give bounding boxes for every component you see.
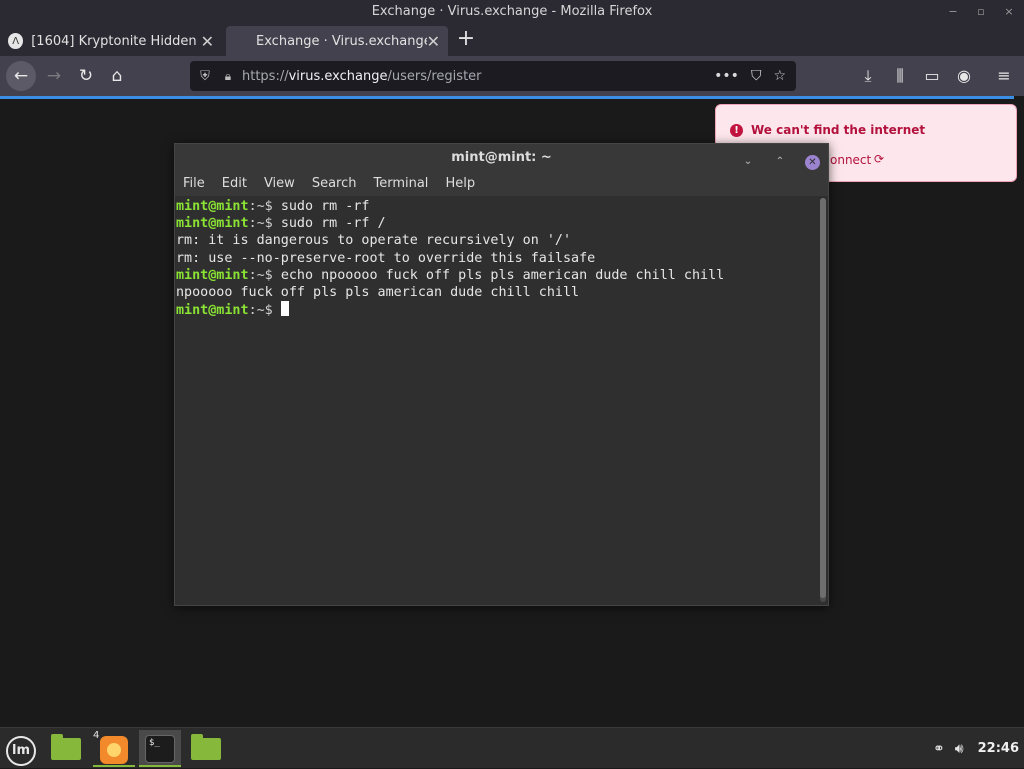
terminal-icon: $_	[145, 735, 175, 763]
terminal-command-line: mint@mint:~$ echo npooooo fuck off pls p…	[176, 267, 818, 284]
window-controls: − ▫ ×	[946, 0, 1016, 24]
files-folder-icon	[191, 734, 221, 760]
url-scheme: https://	[242, 68, 289, 84]
browser-titlebar: Exchange · Virus.exchange - Mozilla Fire…	[0, 0, 1024, 24]
url-host: virus.exchange	[288, 68, 388, 84]
error-icon: !	[730, 123, 743, 137]
tab-kryptonite[interactable]: Λ [1604] Kryptonite Hidden S ✕	[0, 26, 222, 56]
tracking-shield-icon[interactable]: ⛨	[190, 69, 220, 84]
terminal-window[interactable]: mint@mint: ~ ⌄ ⌃ ✕ File Edit View Search…	[174, 143, 829, 606]
menu-file[interactable]: File	[183, 172, 205, 196]
new-tab-button[interactable]: +	[454, 28, 478, 52]
reconnect-button[interactable]: onnect	[830, 153, 871, 167]
menu-edit[interactable]: Edit	[222, 172, 247, 196]
network-icon[interactable]: ⚭	[933, 741, 945, 757]
pocket-icon[interactable]: ⛉	[751, 68, 762, 84]
terminal-output[interactable]: mint@mint:~$ sudo rm -rf mint@mint:~$ sud…	[175, 198, 818, 605]
prompt-path: :~$	[248, 216, 281, 232]
terminal-command-line: mint@mint:~$	[176, 301, 818, 318]
prompt-path: :~$	[248, 303, 281, 319]
prompt-user: mint@mint	[176, 199, 249, 214]
back-button[interactable]: ←	[6, 61, 36, 91]
terminal-command-line: mint@mint:~$ sudo rm -rf /	[176, 215, 818, 232]
firefox-icon	[100, 736, 128, 764]
tab-title: Exchange · Virus.exchange	[256, 33, 427, 49]
minimize-button[interactable]: −	[946, 0, 960, 24]
volume-icon[interactable]: 🔊︎	[955, 741, 964, 757]
hamburger-menu-icon[interactable]: ≡	[991, 62, 1017, 90]
terminal-output-line: rm: use --no-preserve-root to override t…	[176, 250, 596, 266]
taskbar-terminal[interactable]: $_	[139, 730, 181, 767]
nav-toolbar: ← → ↻ ⌂ ⛨ 🔒︎ https://virus.exchange/user…	[0, 56, 1024, 96]
page-load-progress	[0, 96, 1014, 99]
forward-button[interactable]: →	[40, 62, 68, 90]
prompt-path: :~$	[248, 267, 281, 283]
tab-strip: Λ [1604] Kryptonite Hidden S ✕ Exchange …	[0, 24, 1024, 56]
prompt-user: mint@mint	[176, 267, 249, 283]
tab-favicon-icon: Λ	[8, 33, 24, 49]
tab-virus-exchange[interactable]: Exchange · Virus.exchange ✕	[226, 26, 448, 56]
bookmark-star-icon[interactable]: ☆	[773, 68, 786, 84]
terminal-titlebar[interactable]: mint@mint: ~ ⌄ ⌃ ✕	[175, 144, 828, 172]
prompt-user: mint@mint	[176, 216, 249, 232]
terminal-close-button[interactable]: ✕	[805, 154, 820, 170]
prompt-user: mint@mint	[176, 303, 249, 319]
url-bar[interactable]: ⛨ 🔒︎ https://virus.exchange/users/regist…	[190, 61, 796, 91]
terminal-title: mint@mint: ~	[451, 150, 552, 165]
window-count-badge: 4	[93, 730, 100, 741]
scrollbar-thumb[interactable]	[820, 198, 826, 598]
menu-help[interactable]: Help	[445, 172, 475, 196]
page-actions-icon[interactable]: •••	[714, 68, 739, 84]
desktop-folder-icon	[51, 734, 81, 760]
menu-search[interactable]: Search	[312, 172, 357, 196]
menu-view[interactable]: View	[264, 172, 295, 196]
restore-button[interactable]: ▫	[974, 0, 988, 24]
menu-terminal[interactable]: Terminal	[373, 172, 428, 196]
clock[interactable]: 22:46	[978, 741, 1019, 756]
taskbar-files[interactable]	[185, 730, 227, 767]
tab-title: [1604] Kryptonite Hidden S	[31, 33, 201, 49]
command-text: sudo rm -rf	[280, 199, 370, 214]
sidebar-icon[interactable]: ▭	[919, 62, 945, 90]
lock-icon[interactable]: 🔒︎	[220, 69, 236, 84]
library-icon[interactable]: ⫼	[887, 62, 913, 90]
taskbar: lm 4 $_ ⚭ 🔊︎ 22:46	[0, 727, 1024, 768]
download-icon[interactable]: ⤓	[855, 62, 881, 90]
close-window-button[interactable]: ×	[1002, 0, 1016, 24]
tab-close-icon[interactable]: ✕	[427, 32, 440, 51]
command-text: sudo rm -rf /	[280, 216, 386, 232]
terminal-menubar: File Edit View Search Terminal Help	[175, 172, 828, 196]
terminal-scrollbar[interactable]	[820, 198, 826, 602]
account-icon[interactable]: ◉	[951, 62, 977, 90]
terminal-cursor	[280, 301, 289, 317]
url-text[interactable]: https://virus.exchange/users/register	[242, 69, 714, 84]
tab-close-icon[interactable]: ✕	[201, 32, 214, 51]
start-menu-button[interactable]: lm	[0, 730, 42, 767]
url-path: /users/register	[387, 68, 482, 84]
window-title: Exchange · Virus.exchange - Mozilla Fire…	[371, 4, 653, 19]
offline-message: We can't find the internet	[751, 123, 926, 137]
linux-mint-logo-icon: lm	[6, 736, 36, 766]
system-tray: ⚭ 🔊︎ 22:46	[933, 728, 1024, 769]
terminal-output-line: rm: it is dangerous to operate recursive…	[176, 233, 572, 249]
reconnect-spinner-icon: ⟳	[874, 152, 885, 166]
taskbar-show-desktop[interactable]	[45, 730, 87, 767]
prompt-path: :~$	[248, 199, 281, 214]
home-button[interactable]: ⌂	[103, 62, 131, 90]
reload-button[interactable]: ↻	[72, 62, 100, 90]
terminal-command-line: mint@mint:~$ sudo rm -rf	[176, 198, 818, 215]
taskbar-firefox[interactable]: 4	[93, 730, 135, 767]
command-text: echo npooooo fuck off pls pls american d…	[280, 267, 725, 283]
terminal-output-line: npooooo fuck off pls pls american dude c…	[176, 284, 580, 300]
